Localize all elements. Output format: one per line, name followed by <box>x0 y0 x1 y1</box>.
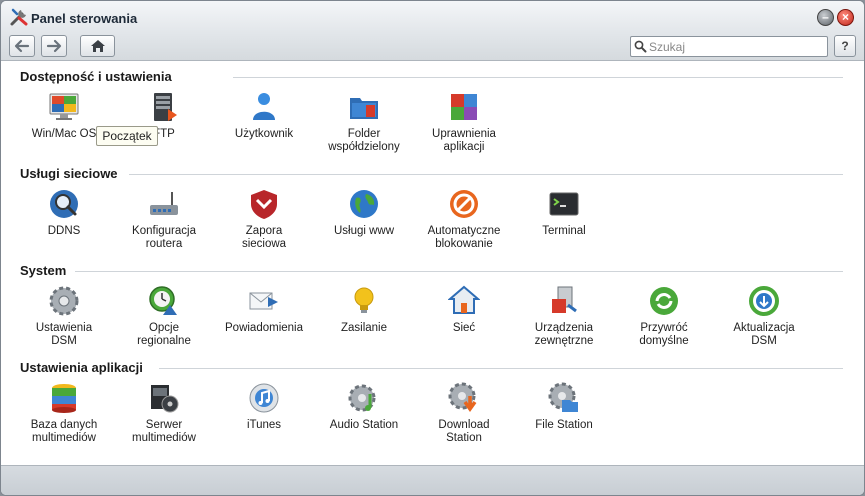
firewall-icon <box>251 190 277 219</box>
shared-folder-icon <box>350 98 378 119</box>
item-label: Powiadomienia <box>225 322 303 334</box>
arrow-right-icon <box>46 39 62 53</box>
section-divider <box>75 271 843 272</box>
restore-defaults-icon <box>650 287 678 315</box>
app-privileges-icon <box>451 94 477 120</box>
section-divider <box>159 368 843 369</box>
network-icon <box>448 285 480 314</box>
section-title: Ustawienia aplikacji <box>20 360 143 375</box>
ddns-icon <box>50 190 78 218</box>
item-label: Terminal <box>542 225 586 237</box>
item-label: File Station <box>535 419 593 431</box>
section-title: Dostępność i ustawienia <box>20 69 172 84</box>
item-label: Baza danych multimediów <box>30 419 98 444</box>
item-label: Aktualizacja DSM <box>733 322 795 347</box>
item-label: Przywróć domyślne <box>639 322 689 347</box>
arrow-left-icon <box>14 39 30 53</box>
file-station-icon <box>548 382 578 412</box>
close-icon: × <box>841 10 849 24</box>
section-divider <box>233 77 843 78</box>
control-panel-window: Panel sterowania – × ? <box>0 0 865 496</box>
toolbar: ? <box>1 33 864 61</box>
section-divider <box>129 174 843 175</box>
close-button[interactable]: × <box>837 9 854 26</box>
ftp-icon <box>154 93 177 121</box>
notifications-icon <box>249 292 278 310</box>
item-label: Urządzenia zewnętrzne <box>534 322 594 347</box>
help-label: ? <box>841 39 849 53</box>
home-tooltip: Początek <box>96 126 158 146</box>
web-services-icon <box>350 190 378 218</box>
dsm-update-icon <box>749 286 779 316</box>
item-label: Konfiguracja routera <box>132 225 196 250</box>
minimize-icon: – <box>822 10 829 24</box>
item-label: iTunes <box>246 419 282 431</box>
item-label: Ustawienia DSM <box>35 322 93 347</box>
audio-station-icon <box>348 384 376 412</box>
item-label: DDNS <box>47 225 81 237</box>
home-icon <box>90 40 105 52</box>
help-button[interactable]: ? <box>834 35 856 57</box>
item-label: Automatyczne blokowanie <box>427 225 501 250</box>
minimize-button[interactable]: – <box>817 9 834 26</box>
item-label: Użytkownik <box>234 128 294 140</box>
win-mac-icon <box>49 93 79 120</box>
back-button[interactable] <box>9 35 35 57</box>
section-title: Usługi sieciowe <box>20 166 118 181</box>
media-database-icon <box>52 384 76 413</box>
home-button[interactable] <box>80 35 115 57</box>
regional-options-icon <box>149 286 177 315</box>
itunes-icon <box>249 383 279 413</box>
control-panel-icon <box>10 8 28 26</box>
item-label: Audio Station <box>329 419 399 431</box>
item-label: Uprawnienia aplikacji <box>432 128 496 153</box>
router-icon <box>150 192 178 215</box>
terminal-icon <box>549 192 579 216</box>
search-input[interactable] <box>649 38 824 55</box>
forward-button[interactable] <box>41 35 67 57</box>
dsm-settings-icon <box>49 286 79 316</box>
status-bar <box>1 465 864 495</box>
item-label: Serwer multimediów <box>132 419 196 444</box>
download-station-icon <box>448 382 477 413</box>
media-server-icon <box>151 385 179 413</box>
item-label: Zapora sieciowa <box>241 225 287 250</box>
item-label: Usługi www <box>333 225 395 237</box>
user-icon <box>253 93 275 120</box>
item-label: Folder współdzielony <box>328 128 400 153</box>
section-title: System <box>20 263 67 278</box>
content-area: Dostępność i ustawienia Win/Mac OS FTP U… <box>1 61 864 465</box>
auto-block-icon <box>450 190 478 218</box>
title-bar: Panel sterowania – × <box>1 1 864 33</box>
window-title: Panel sterowania <box>31 11 138 26</box>
item-label: Opcje regionalne <box>137 322 191 347</box>
item-label: Zasilanie <box>340 322 388 334</box>
item-label: Sieć <box>452 322 476 334</box>
search-box[interactable] <box>630 36 828 57</box>
item-label: Download Station <box>438 419 490 444</box>
power-icon <box>354 287 374 313</box>
search-icon <box>634 40 647 53</box>
external-devices-icon <box>552 286 577 313</box>
